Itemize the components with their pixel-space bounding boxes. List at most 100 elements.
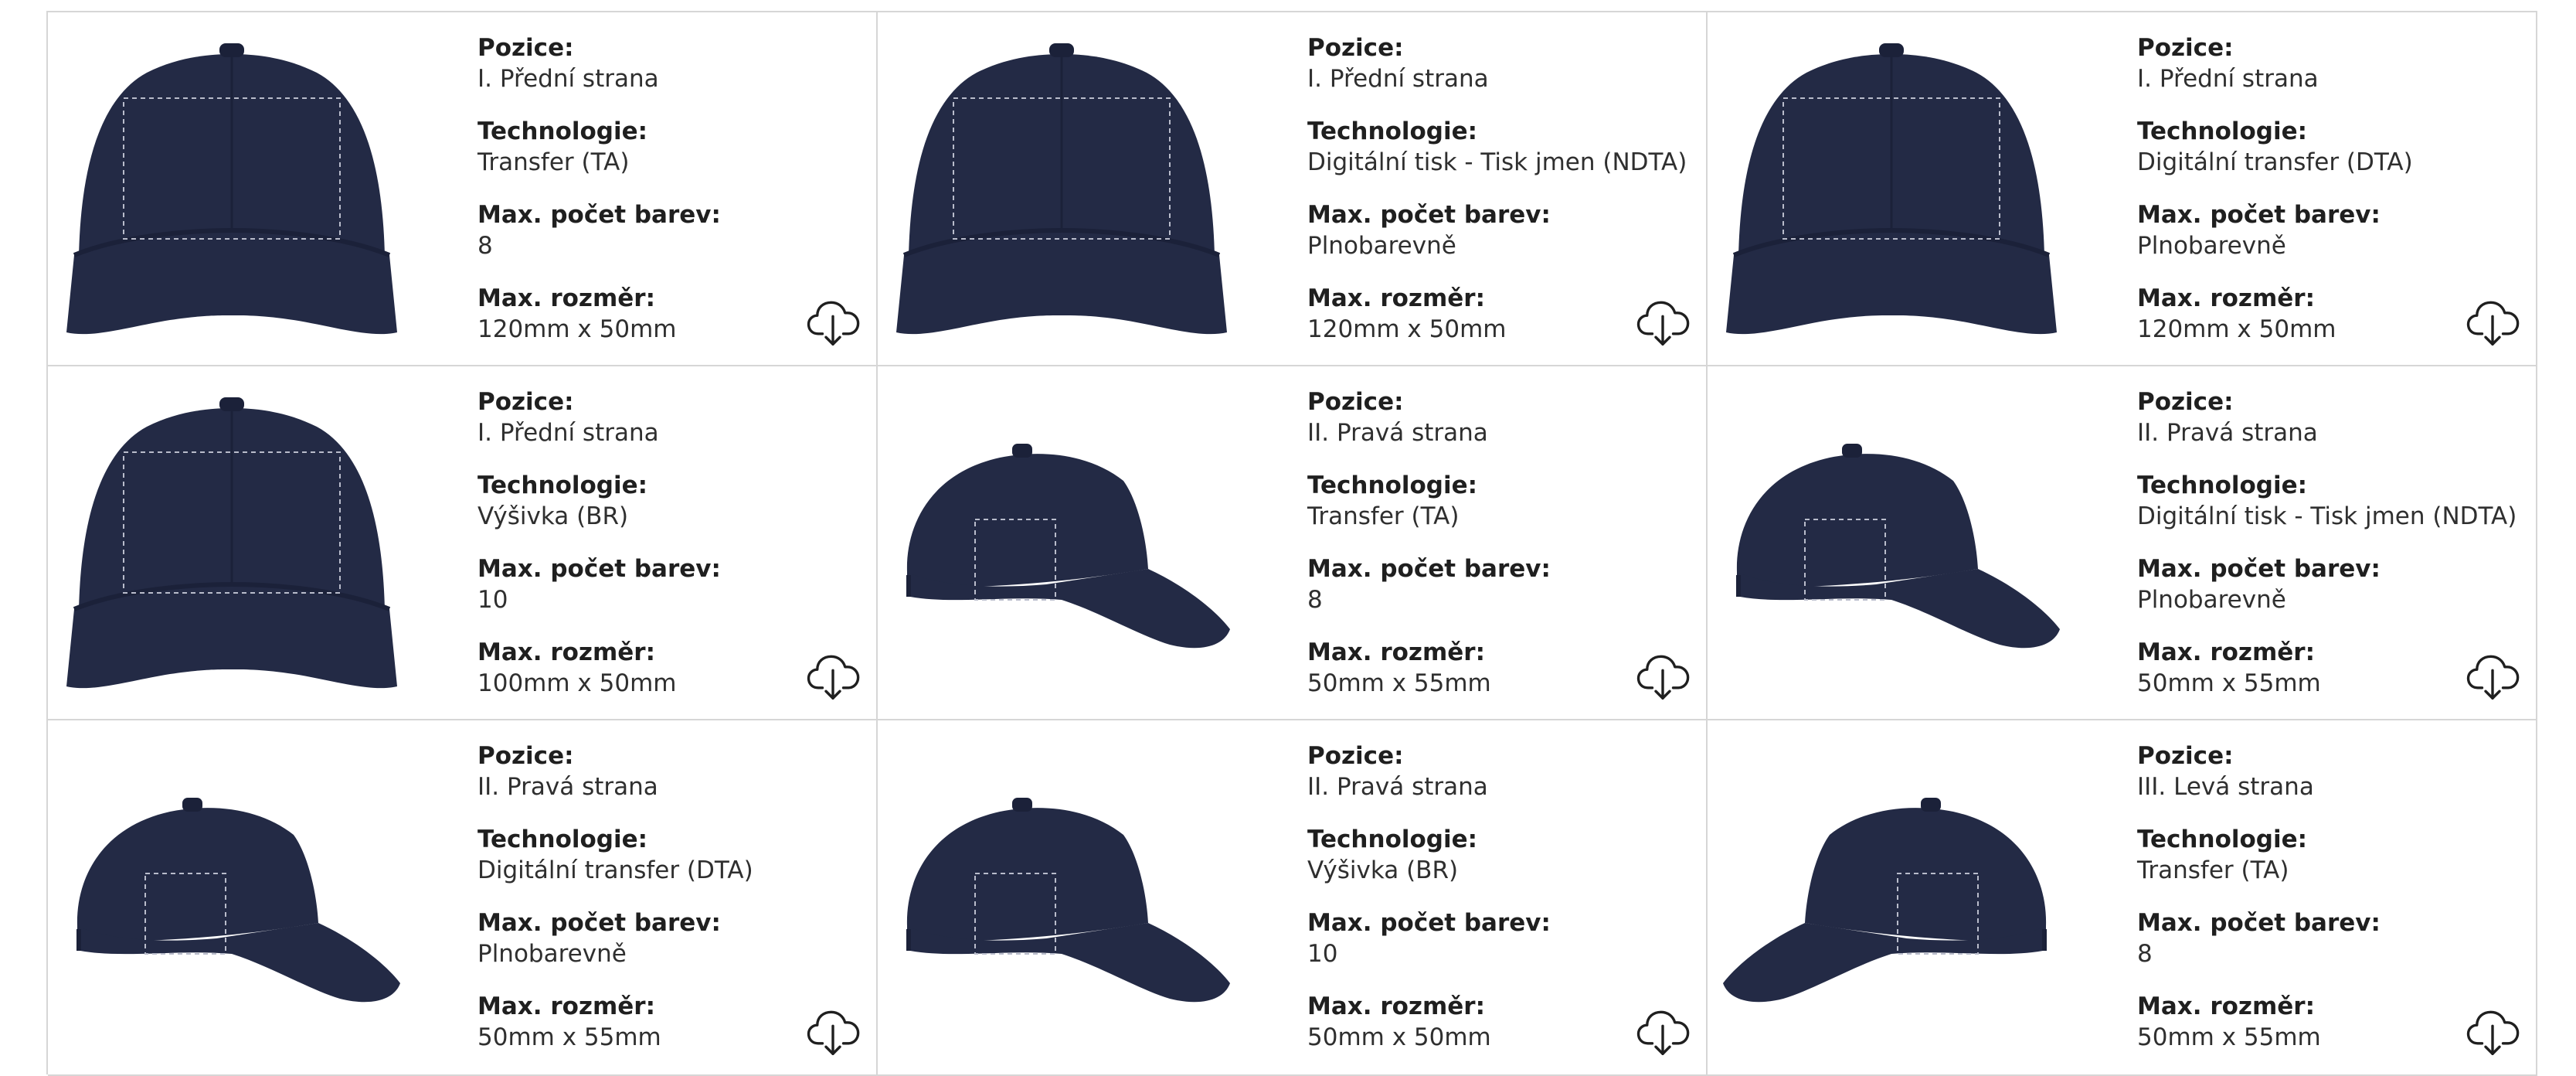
- max-size-value: 120mm x 50mm: [1307, 315, 1507, 343]
- max-colors-label: Max. počet barev:: [477, 909, 721, 937]
- technology-label: Technologie:: [477, 472, 648, 499]
- print-option-card: Pozice: II. Pravá strana Technologie: Di…: [48, 720, 878, 1076]
- technology-label: Technologie:: [1307, 472, 1478, 499]
- cap-image: [62, 32, 402, 349]
- print-option-details: Pozice: II. Pravá strana Technologie: Di…: [477, 741, 848, 1053]
- print-option-details: Pozice: I. Přední strana Technologie: Di…: [2137, 32, 2508, 345]
- technology-value: Transfer (TA): [477, 148, 630, 176]
- print-option-card: Pozice: III. Levá strana Technologie: Tr…: [1708, 720, 2537, 1076]
- max-size-label: Max. rozměr:: [1307, 284, 1485, 312]
- cloud-download-icon: [2465, 1003, 2520, 1059]
- print-option-details: Pozice: I. Přední strana Technologie: Di…: [1307, 32, 1687, 345]
- download-button[interactable]: [1635, 294, 1691, 349]
- download-button[interactable]: [2465, 1003, 2520, 1059]
- print-option-card: Pozice: I. Přední strana Technologie: Di…: [878, 12, 1708, 366]
- max-colors-value: Plnobarevně: [477, 940, 627, 968]
- max-colors-label: Max. počet barev:: [1307, 555, 1551, 583]
- max-size-value: 100mm x 50mm: [477, 669, 677, 697]
- technology-value: Digitální tisk - Tisk jmen (NDTA): [2137, 502, 2517, 530]
- technology-label: Technologie:: [2137, 826, 2308, 853]
- technology-value: Digitální tisk - Tisk jmen (NDTA): [1307, 148, 1687, 176]
- position-value: I. Přední strana: [1307, 65, 1489, 93]
- technology-label: Technologie:: [477, 117, 648, 145]
- cap-image: [62, 386, 402, 703]
- technology-value: Transfer (TA): [1307, 502, 1460, 530]
- max-colors-value: 8: [2137, 940, 2153, 968]
- max-size-label: Max. rozměr:: [477, 638, 655, 666]
- print-option-details: Pozice: II. Pravá strana Technologie: Vý…: [1307, 741, 1678, 1053]
- max-colors-label: Max. počet barev:: [2137, 909, 2381, 937]
- download-button[interactable]: [1635, 1003, 1691, 1059]
- technology-value: Transfer (TA): [2137, 856, 2289, 884]
- max-size-label: Max. rozměr:: [2137, 284, 2315, 312]
- print-option-details: Pozice: II. Pravá strana Technologie: Tr…: [1307, 386, 1678, 699]
- technology-value: Digitální transfer (DTA): [2137, 148, 2413, 176]
- print-option-card: Pozice: I. Přední strana Technologie: Vý…: [48, 366, 878, 720]
- max-size-label: Max. rozměr:: [477, 993, 655, 1020]
- max-colors-value: 10: [477, 586, 508, 614]
- technology-label: Technologie:: [1307, 826, 1478, 853]
- download-button[interactable]: [2465, 648, 2520, 703]
- position-value: II. Pravá strana: [2137, 419, 2318, 447]
- position-value: I. Přední strana: [2137, 65, 2319, 93]
- position-label: Pozice:: [2137, 388, 2234, 416]
- cloud-download-icon: [805, 1003, 861, 1059]
- max-size-label: Max. rozměr:: [2137, 993, 2315, 1020]
- print-option-card: Pozice: II. Pravá strana Technologie: Tr…: [878, 366, 1708, 720]
- position-label: Pozice:: [477, 388, 574, 416]
- cap-image: [1721, 32, 2061, 349]
- cloud-download-icon: [1635, 648, 1691, 703]
- max-colors-value: Plnobarevně: [2137, 232, 2286, 260]
- max-size-label: Max. rozměr:: [1307, 993, 1485, 1020]
- cap-image: [892, 32, 1232, 349]
- position-value: III. Levá strana: [2137, 773, 2314, 801]
- cap-image: [892, 741, 1232, 1057]
- position-label: Pozice:: [477, 34, 574, 62]
- technology-label: Technologie:: [1307, 117, 1478, 145]
- technology-value: Výšivka (BR): [477, 502, 629, 530]
- print-option-card: Pozice: II. Pravá strana Technologie: Di…: [1708, 366, 2537, 720]
- technology-label: Technologie:: [2137, 117, 2308, 145]
- download-button[interactable]: [1635, 648, 1691, 703]
- technology-value: Digitální transfer (DTA): [477, 856, 753, 884]
- download-button[interactable]: [805, 1003, 861, 1059]
- max-size-value: 50mm x 55mm: [2137, 669, 2321, 697]
- cap-image: [892, 386, 1232, 703]
- position-value: II. Pravá strana: [1307, 773, 1488, 801]
- max-size-value: 50mm x 55mm: [2137, 1023, 2321, 1051]
- print-option-details: Pozice: I. Přední strana Technologie: Tr…: [477, 32, 848, 345]
- position-label: Pozice:: [477, 742, 574, 770]
- position-value: II. Pravá strana: [1307, 419, 1488, 447]
- print-option-card: Pozice: II. Pravá strana Technologie: Vý…: [878, 720, 1708, 1076]
- cloud-download-icon: [2465, 648, 2520, 703]
- print-option-card: Pozice: I. Přední strana Technologie: Tr…: [48, 12, 878, 366]
- cloud-download-icon: [805, 294, 861, 349]
- max-colors-label: Max. počet barev:: [2137, 555, 2381, 583]
- max-colors-value: Plnobarevně: [1307, 232, 1456, 260]
- position-label: Pozice:: [2137, 34, 2234, 62]
- max-colors-label: Max. počet barev:: [477, 555, 721, 583]
- max-colors-value: Plnobarevně: [2137, 586, 2286, 614]
- position-value: I. Přední strana: [477, 419, 659, 447]
- cloud-download-icon: [2465, 294, 2520, 349]
- position-value: I. Přední strana: [477, 65, 659, 93]
- print-options-grid: Pozice: I. Přední strana Technologie: Tr…: [46, 11, 2537, 1076]
- max-colors-value: 8: [477, 232, 493, 260]
- cloud-download-icon: [1635, 1003, 1691, 1059]
- max-colors-label: Max. počet barev:: [1307, 909, 1551, 937]
- print-option-details: Pozice: II. Pravá strana Technologie: Di…: [2137, 386, 2517, 699]
- position-value: II. Pravá strana: [477, 773, 658, 801]
- max-size-value: 50mm x 55mm: [477, 1023, 661, 1051]
- max-size-label: Max. rozměr:: [2137, 638, 2315, 666]
- max-size-label: Max. rozměr:: [477, 284, 655, 312]
- download-button[interactable]: [2465, 294, 2520, 349]
- cap-image: [1721, 386, 2061, 703]
- download-button[interactable]: [805, 648, 861, 703]
- position-label: Pozice:: [1307, 34, 1404, 62]
- technology-value: Výšivka (BR): [1307, 856, 1459, 884]
- print-option-details: Pozice: I. Přední strana Technologie: Vý…: [477, 386, 848, 699]
- technology-label: Technologie:: [477, 826, 648, 853]
- cloud-download-icon: [1635, 294, 1691, 349]
- cap-image: [62, 741, 402, 1057]
- download-button[interactable]: [805, 294, 861, 349]
